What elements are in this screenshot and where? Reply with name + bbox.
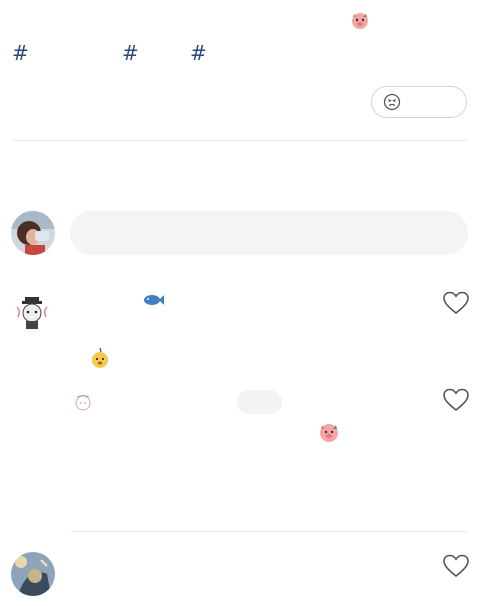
current-user-avatar[interactable]: [11, 211, 55, 255]
post-divider: [12, 140, 468, 141]
like-heart-icon[interactable]: [443, 554, 469, 578]
pear-sticker-icon: [90, 347, 110, 369]
hashtag-link[interactable]: #: [12, 43, 29, 63]
commenter-avatar[interactable]: [12, 293, 52, 333]
reply-tag-pill: [237, 390, 282, 414]
pig-sticker-icon: [318, 421, 340, 443]
like-heart-icon[interactable]: [443, 388, 469, 412]
hashtag-link[interactable]: #: [190, 43, 207, 63]
reply-avatar[interactable]: [72, 392, 94, 414]
hashtag-link[interactable]: #: [122, 43, 139, 63]
pig-sticker-icon: [350, 10, 370, 30]
fish-sticker-icon: [142, 293, 164, 307]
like-heart-icon[interactable]: [443, 291, 469, 315]
comment-input[interactable]: [70, 211, 468, 255]
emoji-face-icon: [383, 93, 401, 111]
comment-divider: [70, 531, 468, 532]
add-reaction-button[interactable]: [371, 86, 467, 118]
commenter-avatar[interactable]: [11, 552, 55, 596]
